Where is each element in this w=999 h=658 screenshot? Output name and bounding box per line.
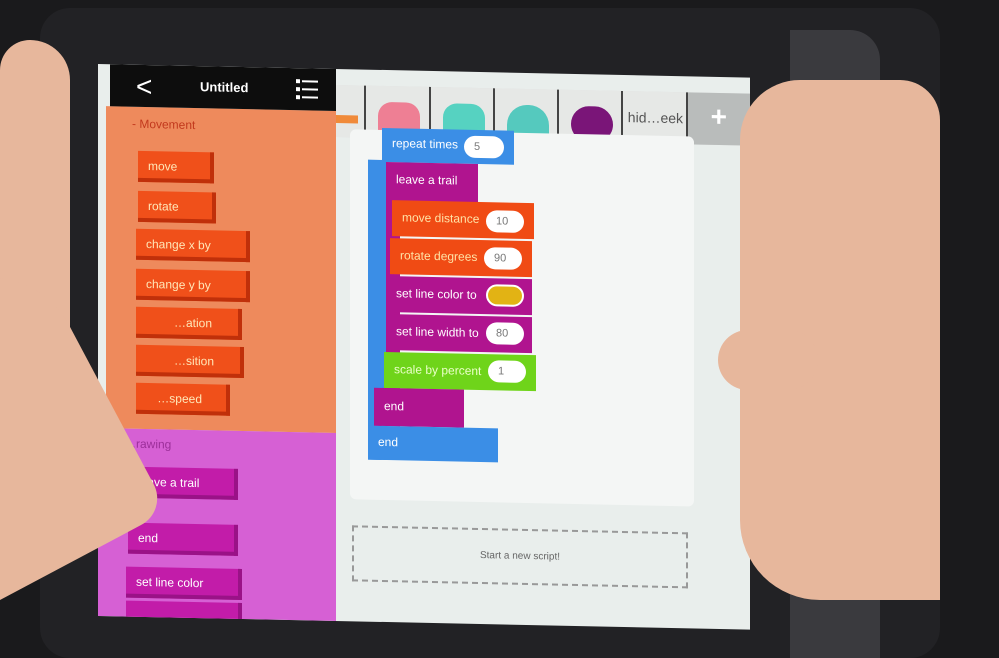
back-button[interactable]: < <box>136 71 152 103</box>
repeat-count-input[interactable]: 5 <box>464 135 504 159</box>
palette-block-rotate[interactable]: rotate <box>138 190 216 224</box>
new-script-dropzone[interactable]: Start a new script! <box>352 525 688 589</box>
leave-trail-end-label: end <box>384 398 405 414</box>
right-thumb <box>718 330 818 390</box>
palette-block-end[interactable]: end <box>128 522 238 556</box>
movement-category-label[interactable]: - Movement <box>132 117 195 132</box>
scale-percent-input[interactable]: 1 <box>488 360 526 383</box>
palette-block-set-position[interactable]: …sition <box>136 344 244 379</box>
set-line-width-label: set line width to <box>396 324 479 340</box>
palette-block-set-rotation[interactable]: …ation <box>136 306 242 341</box>
list-icon[interactable] <box>296 80 318 102</box>
scale-block-label: scale by percent <box>394 362 482 379</box>
palette-block-change-x[interactable]: change x by <box>136 228 250 263</box>
move-distance-label: move distance <box>402 210 480 226</box>
line-color-swatch[interactable] <box>486 284 524 307</box>
palette-block-move[interactable]: move <box>138 150 214 184</box>
leave-trail-block[interactable]: leave a trail <box>386 162 478 204</box>
leave-trail-end-block[interactable]: end <box>374 387 464 428</box>
repeat-block-label: repeat times <box>392 136 459 152</box>
project-title: Untitled <box>200 79 249 96</box>
block-palette: - Movement move rotate change x by chang… <box>98 64 336 630</box>
palette-block-change-y[interactable]: change y by <box>136 268 250 303</box>
rotate-degrees-input[interactable]: 90 <box>484 247 522 270</box>
plus-icon: + <box>710 100 728 133</box>
set-line-color-label: set line color to <box>396 286 477 302</box>
palette-block-set-speed[interactable]: …speed <box>136 382 230 416</box>
top-bar: < Untitled <box>110 64 336 111</box>
chevron-left-icon: < <box>136 70 153 103</box>
line-width-input[interactable]: 80 <box>486 322 524 345</box>
move-distance-input[interactable]: 10 <box>486 210 524 233</box>
repeat-end-block[interactable]: end <box>368 425 498 463</box>
rotate-degrees-label: rotate degrees <box>400 248 478 264</box>
repeat-end-label: end <box>378 434 399 450</box>
palette-block-set-line-color[interactable]: set line color <box>126 566 242 601</box>
tablet-screen: - Movement move rotate change x by chang… <box>98 64 750 630</box>
movement-category: - Movement move rotate change x by chang… <box>106 106 336 433</box>
leave-trail-label: leave a trail <box>396 172 458 188</box>
